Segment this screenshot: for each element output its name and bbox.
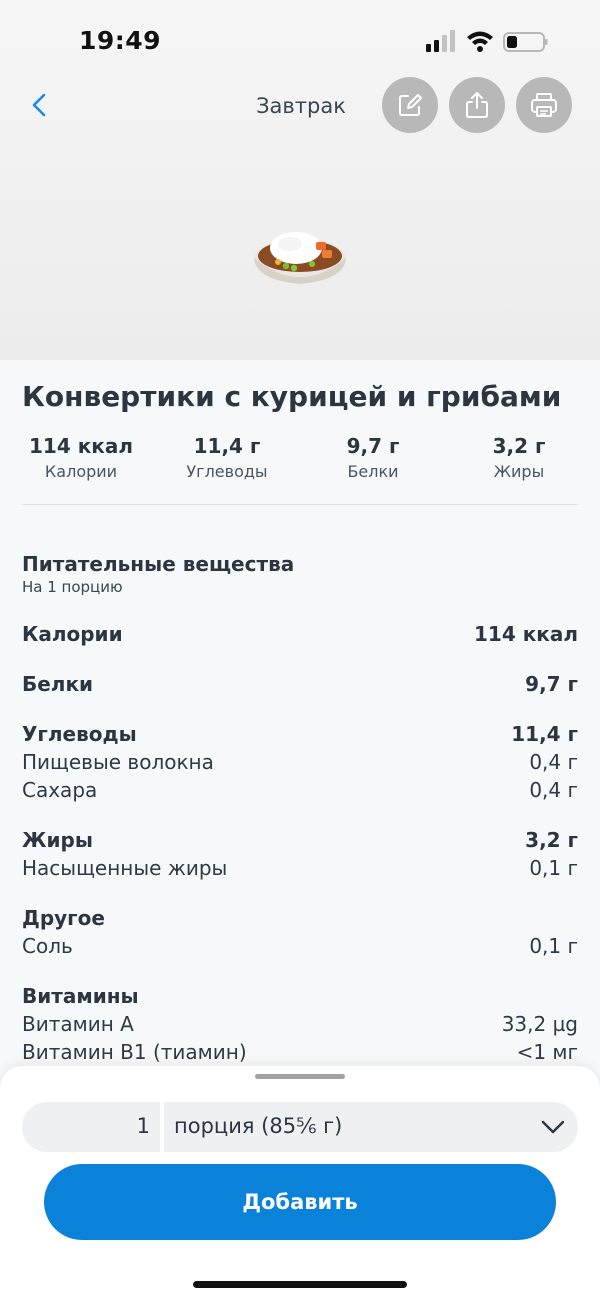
macro-label: Углеводы bbox=[186, 462, 268, 481]
macro-label: Белки bbox=[347, 462, 399, 481]
macro-protein: 9,7 г Белки bbox=[308, 434, 438, 481]
status-icons bbox=[424, 28, 548, 60]
home-indicator bbox=[193, 1281, 407, 1288]
macro-fat: 3,2 г Жиры bbox=[454, 434, 584, 481]
nutrient-label: Калории bbox=[22, 622, 123, 646]
edit-button[interactable] bbox=[382, 77, 438, 133]
edit-icon bbox=[399, 94, 422, 116]
cellular-signal-icon bbox=[426, 30, 455, 52]
portion-unit-select[interactable]: порция (85⅚ г) bbox=[164, 1102, 578, 1152]
printer-icon bbox=[531, 93, 557, 117]
macro-label: Жиры bbox=[493, 462, 545, 481]
back-button[interactable] bbox=[24, 88, 58, 122]
nutrient-label: Жиры bbox=[22, 828, 93, 852]
nutrient-label: Витамины bbox=[22, 984, 139, 1008]
nutrient-row-carbs: Углеводы 11,4 г bbox=[22, 722, 578, 750]
nutrient-row-vitamin-b1: Витамин B1 (тиамин) <1 мг bbox=[22, 1040, 578, 1068]
nutrient-label: Другое bbox=[22, 906, 105, 930]
nutrient-label: Пищевые волокна bbox=[22, 750, 214, 774]
nutrient-row-sugars: Сахара 0,4 г bbox=[22, 778, 578, 806]
macro-label: Калории bbox=[44, 462, 118, 481]
nutrients-title: Питательные вещества bbox=[22, 552, 295, 576]
macro-value: 114 ккал bbox=[28, 434, 133, 458]
nutrient-label: Витамин A bbox=[22, 1012, 134, 1036]
nutrient-value: 11,4 г bbox=[511, 722, 578, 746]
food-image-header: 19:49 Завтрак bbox=[0, 0, 600, 360]
nutrient-row-fat: Жиры 3,2 г bbox=[22, 828, 578, 856]
chevron-down-icon bbox=[541, 1120, 565, 1134]
nutrient-row-vitamin-a: Витамин A 33,2 µg bbox=[22, 1012, 578, 1040]
nav-title: Завтрак bbox=[256, 94, 346, 118]
status-bar: 19:49 bbox=[0, 22, 600, 62]
share-icon bbox=[466, 92, 488, 118]
nutrient-value: 33,2 µg bbox=[501, 1012, 578, 1036]
nutrient-row-fiber: Пищевые волокна 0,4 г bbox=[22, 750, 578, 778]
nutrient-label: Белки bbox=[22, 672, 94, 696]
food-title: Конвертики с курицей и грибами bbox=[22, 380, 562, 413]
divider bbox=[22, 504, 578, 505]
nutrients-subtitle: На 1 порцию bbox=[22, 578, 123, 596]
nutrient-row-other: Другое bbox=[22, 906, 578, 934]
nutrient-value: 0,4 г bbox=[529, 778, 578, 802]
macro-value: 3,2 г bbox=[492, 434, 546, 458]
nutrient-label: Соль bbox=[22, 934, 73, 958]
nutrient-label: Углеводы bbox=[22, 722, 137, 746]
chevron-left-icon bbox=[32, 93, 46, 117]
macro-calories: 114 ккал Калории bbox=[16, 434, 146, 481]
share-button[interactable] bbox=[449, 77, 505, 133]
rice-curry-bowl-icon bbox=[250, 222, 350, 292]
battery-icon bbox=[503, 32, 548, 52]
macro-carbs: 11,4 г Углеводы bbox=[162, 434, 292, 481]
sheet-grabber[interactable] bbox=[255, 1074, 345, 1079]
nutrient-value: 9,7 г bbox=[525, 672, 578, 696]
portion-unit-label: порция (85⅚ г) bbox=[174, 1114, 343, 1138]
nutrient-value: <1 мг bbox=[516, 1040, 578, 1064]
macro-value: 9,7 г bbox=[346, 434, 400, 458]
nutrient-label: Насыщенные жиры bbox=[22, 856, 228, 880]
nutrient-label: Витамин B1 (тиамин) bbox=[22, 1040, 247, 1064]
add-button[interactable]: Добавить bbox=[44, 1164, 556, 1240]
nutrient-row-calories: Калории 114 ккал bbox=[22, 622, 578, 650]
nutrient-row-vitamins: Витамины bbox=[22, 984, 578, 1012]
nutrient-value: 0,1 г bbox=[529, 856, 578, 880]
nutrient-label: Сахара bbox=[22, 778, 98, 802]
nutrient-value: 0,1 г bbox=[529, 934, 578, 958]
nutrient-value: 0,4 г bbox=[529, 750, 578, 774]
nutrient-row-saturated-fat: Насыщенные жиры 0,1 г bbox=[22, 856, 578, 884]
portion-sheet: 1 порция (85⅚ г) Добавить bbox=[0, 1066, 600, 1300]
nutrient-value: 3,2 г bbox=[525, 828, 578, 852]
nutrient-row-protein: Белки 9,7 г bbox=[22, 672, 578, 700]
status-time: 19:49 bbox=[79, 26, 162, 55]
nutrient-row-salt: Соль 0,1 г bbox=[22, 934, 578, 962]
nutrient-value: 114 ккал bbox=[473, 622, 578, 646]
quantity-value: 1 bbox=[136, 1114, 150, 1138]
macro-value: 11,4 г bbox=[193, 434, 261, 458]
wifi-icon bbox=[467, 31, 493, 52]
quantity-input[interactable]: 1 bbox=[22, 1102, 160, 1152]
print-button[interactable] bbox=[516, 77, 572, 133]
